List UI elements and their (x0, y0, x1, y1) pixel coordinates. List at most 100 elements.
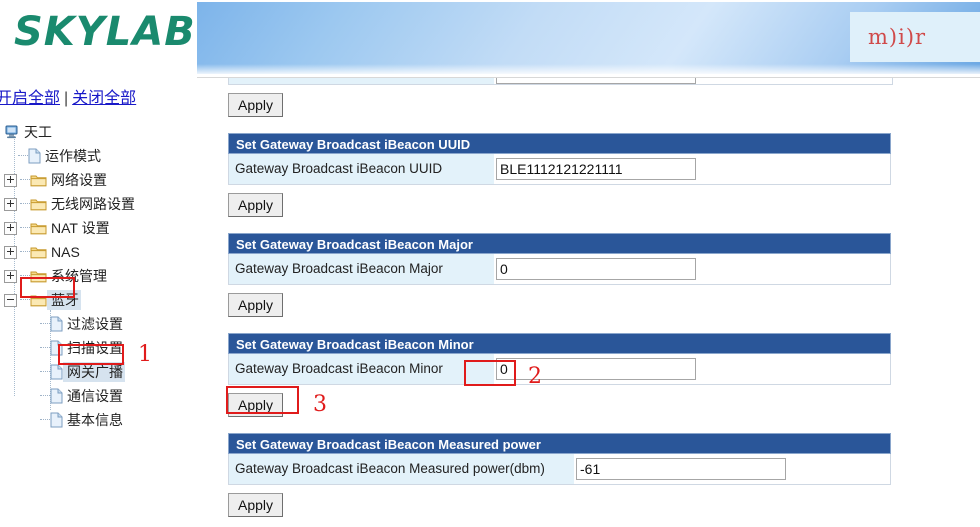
apply-button-top[interactable]: Apply (228, 93, 284, 117)
sidebar-item-basic-info[interactable]: 基本信息 (4, 408, 200, 432)
folder-icon (30, 269, 47, 283)
sidebar-item-network-settings[interactable]: 网络设置 (4, 168, 200, 192)
tree-branch-line (40, 371, 50, 373)
tree-toggle-links: 开启全部 | 关闭全部 (0, 84, 136, 108)
sidebar-item-communication-settings[interactable]: 通信设置 (4, 384, 200, 408)
ibeacon-major-input[interactable] (496, 258, 696, 280)
apply-button-uuid[interactable]: Apply (228, 193, 284, 217)
expand-plus-icon[interactable] (4, 173, 17, 187)
row-field (494, 358, 890, 380)
apply-button-minor[interactable]: Apply (228, 393, 284, 417)
sidebar-item-label: 基本信息 (67, 412, 123, 428)
row-field (574, 458, 890, 480)
tree-branch-line (20, 275, 30, 277)
annotation-number-2: 2 (528, 364, 542, 389)
apply-wrap-top: Apply (228, 88, 284, 117)
navigation-tree: 天工 运作模式 网络设置 无线网路设置 NAT 设置 NAS 系统管理 蓝牙 过… (4, 120, 200, 432)
page-icon (50, 364, 63, 380)
panel-ibeacon-major: Set Gateway Broadcast iBeacon Major Gate… (228, 233, 891, 285)
tree-branch-line (20, 203, 30, 205)
ibeacon-uuid-input[interactable] (496, 158, 696, 180)
apply-wrap-minor: Apply (228, 388, 284, 417)
banner-badge: m)i)r (850, 12, 980, 62)
sidebar-item-filter-settings[interactable]: 过滤设置 (4, 312, 200, 336)
page-icon (50, 388, 63, 404)
sidebar-item-label: 无线网路设置 (51, 196, 135, 212)
tree-branch-line (40, 347, 50, 349)
row-label: Gateway Broadcast iBeacon UUID (229, 154, 494, 184)
skylab-logo: SKYLAB (14, 9, 196, 55)
sidebar-item-label: 网络设置 (51, 172, 107, 188)
sidebar-item-label: 通信设置 (67, 388, 123, 404)
expand-plus-icon[interactable] (4, 245, 17, 259)
sidebar-item-gateway-broadcast[interactable]: 网关广播 (4, 360, 200, 384)
ibeacon-measured-power-input[interactable] (576, 458, 786, 480)
expand-plus-icon[interactable] (4, 197, 17, 211)
page-icon (50, 316, 63, 332)
tree-branch-line (40, 395, 50, 397)
sidebar-item-label: 蓝牙 (47, 290, 81, 310)
banner-badge-text: m)i)r (868, 25, 927, 49)
collapse-all-link[interactable]: 关闭全部 (72, 90, 136, 107)
tree-branch-line (20, 251, 30, 253)
sidebar-item-wireless-settings[interactable]: 无线网路设置 (4, 192, 200, 216)
tree-branch-line (40, 419, 50, 421)
sidebar-item-operation-mode[interactable]: 运作模式 (4, 144, 200, 168)
page-icon (50, 412, 63, 428)
panel-ibeacon-measured-power: Set Gateway Broadcast iBeacon Measured p… (228, 433, 891, 485)
table-row: Gateway Broadcast iBeacon UUID (228, 154, 891, 185)
links-separator: | (64, 90, 69, 107)
apply-button-major[interactable]: Apply (228, 293, 284, 317)
page-banner: SKYLAB m)i)r (0, 0, 980, 78)
sidebar-item-nas[interactable]: NAS (4, 240, 200, 264)
collapse-minus-icon[interactable] (4, 293, 17, 307)
tree-branch-line (40, 323, 50, 325)
apply-button-measured-power[interactable]: Apply (228, 493, 284, 517)
sidebar-item-label: 系统管理 (51, 268, 107, 284)
tree-root-label: 天工 (24, 124, 52, 140)
panel-title: Set Gateway Broadcast iBeacon Measured p… (228, 433, 891, 454)
partial-row-label-cell (229, 78, 494, 84)
sidebar-item-label: 过滤设置 (67, 316, 123, 332)
apply-wrap-uuid: Apply (228, 188, 284, 217)
main-content: Apply Set Gateway Broadcast iBeacon UUID… (200, 78, 980, 527)
panel-title: Set Gateway Broadcast iBeacon UUID (228, 133, 891, 154)
sidebar-item-label: 网关广播 (63, 362, 125, 382)
partial-cut-row (228, 78, 893, 85)
sidebar-item-nat-settings[interactable]: NAT 设置 (4, 216, 200, 240)
panel-title: Set Gateway Broadcast iBeacon Minor (228, 333, 891, 354)
ibeacon-minor-input[interactable] (496, 358, 696, 380)
sidebar-item-system-management[interactable]: 系统管理 (4, 264, 200, 288)
tree-root-node[interactable]: 天工 (4, 120, 200, 144)
computer-icon (4, 124, 20, 140)
sidebar: 开启全部 | 关闭全部 天工 运作模式 网络设置 无线网路设置 NAT 设置 N… (0, 78, 200, 527)
table-row: Gateway Broadcast iBeacon Minor (228, 354, 891, 385)
sidebar-item-bluetooth[interactable]: 蓝牙 (4, 288, 200, 312)
partial-row-field-cell (494, 78, 892, 84)
table-row: Gateway Broadcast iBeacon Major (228, 254, 891, 285)
partial-text-input[interactable] (496, 78, 696, 84)
panel-ibeacon-uuid: Set Gateway Broadcast iBeacon UUID Gatew… (228, 133, 891, 185)
folder-icon (30, 221, 47, 235)
row-field (494, 158, 890, 180)
annotation-number-3: 3 (313, 392, 327, 417)
folder-icon (30, 173, 47, 187)
folder-icon (30, 197, 47, 211)
tree-branch-line (18, 155, 28, 157)
row-label: Gateway Broadcast iBeacon Measured power… (229, 454, 574, 484)
sidebar-item-label: 扫描设置 (67, 340, 123, 356)
expand-plus-icon[interactable] (4, 269, 17, 283)
sidebar-item-scan-settings[interactable]: 扫描设置 (4, 336, 200, 360)
annotation-number-1: 1 (138, 342, 152, 367)
sidebar-item-label: 运作模式 (45, 148, 101, 164)
folder-open-icon (30, 293, 47, 307)
folder-icon (30, 245, 47, 259)
expand-all-link[interactable]: 开启全部 (0, 90, 60, 107)
row-label: Gateway Broadcast iBeacon Minor (229, 354, 494, 384)
sidebar-item-label: NAS (51, 244, 80, 260)
tree-branch-line (20, 299, 30, 301)
page-icon (50, 340, 63, 356)
row-field (494, 258, 890, 280)
expand-plus-icon[interactable] (4, 221, 17, 235)
page-icon (28, 148, 41, 164)
